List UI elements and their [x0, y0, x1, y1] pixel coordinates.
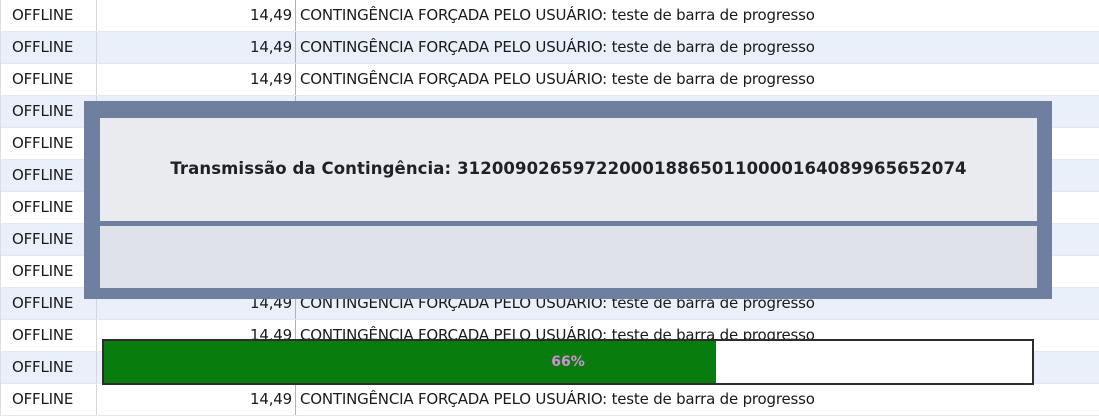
value-cell: 14,49	[97, 0, 296, 31]
description-cell: CONTINGÊNCIA FORÇADA PELO USUÁRIO: teste…	[300, 70, 815, 88]
description-cell: CONTINGÊNCIA FORÇADA PELO USUÁRIO: teste…	[300, 6, 815, 24]
status-cell: OFFLINE	[1, 32, 97, 63]
status-cell: OFFLINE	[1, 0, 97, 31]
status-cell: OFFLINE	[1, 352, 97, 383]
table-row[interactable]: OFFLINE14,49CONTINGÊNCIA FORÇADA PELO US…	[1, 384, 1099, 416]
transmission-dialog: Transmissão da Contingência: 31200902659…	[84, 101, 1052, 385]
dialog-message: Transmissão da Contingência: 31200902659…	[170, 159, 967, 178]
table-row[interactable]: OFFLINE14,49CONTINGÊNCIA FORÇADA PELO US…	[1, 0, 1099, 32]
status-cell: OFFLINE	[1, 288, 97, 319]
progress-label: 66%	[551, 354, 585, 370]
value-cell: 14,49	[97, 384, 296, 415]
description-cell: CONTINGÊNCIA FORÇADA PELO USUÁRIO: teste…	[300, 38, 815, 56]
status-cell: OFFLINE	[1, 320, 97, 351]
description-cell: CONTINGÊNCIA FORÇADA PELO USUÁRIO: teste…	[300, 390, 815, 408]
status-cell: OFFLINE	[1, 384, 97, 415]
status-cell: OFFLINE	[1, 256, 97, 287]
status-cell: OFFLINE	[1, 192, 97, 223]
status-cell: OFFLINE	[1, 224, 97, 255]
status-cell: OFFLINE	[1, 64, 97, 95]
table-row[interactable]: OFFLINE14,49CONTINGÊNCIA FORÇADA PELO US…	[1, 32, 1099, 64]
progress-bar: 66%	[102, 339, 1034, 385]
value-cell: 14,49	[97, 32, 296, 63]
table-row[interactable]: OFFLINE14,49CONTINGÊNCIA FORÇADA PELO US…	[1, 64, 1099, 96]
status-cell: OFFLINE	[1, 128, 97, 159]
dialog-progress-area	[100, 226, 1037, 288]
value-cell: 14,49	[97, 64, 296, 95]
dialog-message-panel: Transmissão da Contingência: 31200902659…	[100, 118, 1037, 221]
status-cell: OFFLINE	[1, 160, 97, 191]
status-cell: OFFLINE	[1, 96, 97, 127]
screen: OFFLINE 14,49 CONTINGÊNCIA FORÇADA PELO US…	[0, 0, 1099, 416]
